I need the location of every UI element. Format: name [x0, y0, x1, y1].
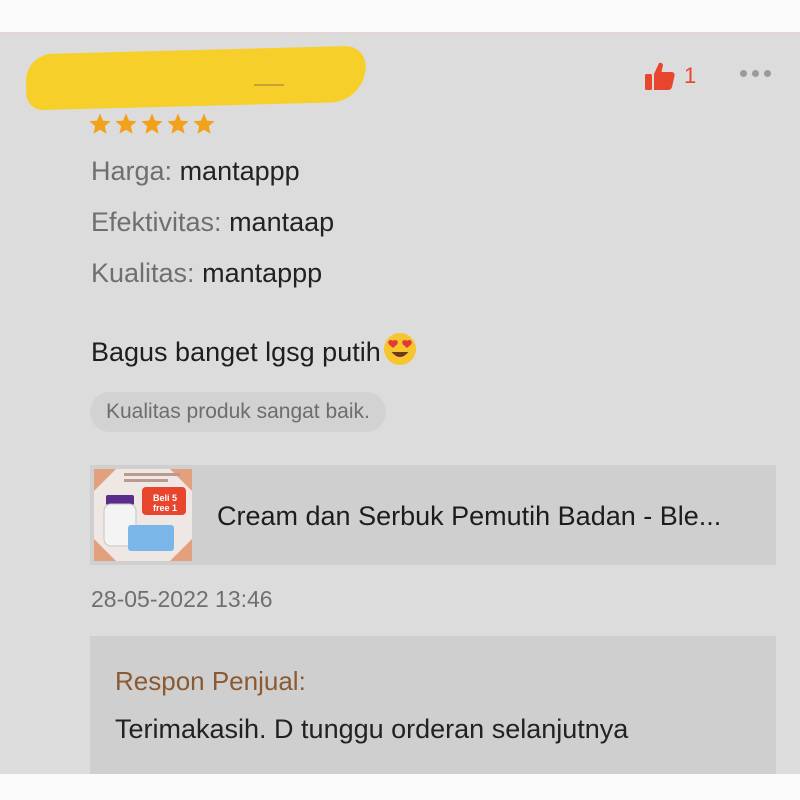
review-date: 28-05-2022 13:46	[91, 586, 273, 612]
seller-response-text: Terimakasih. D tunggu orderan selanjutny…	[115, 714, 629, 744]
seller-response: Respon Penjual: Terimakasih. D tunggu or…	[90, 636, 776, 774]
attribute-value: mantaap	[229, 207, 335, 237]
attribute-label: Harga:	[91, 156, 173, 186]
attribute-effectiveness: Efektivitas: mantaap	[91, 207, 334, 238]
top-divider-strip	[0, 0, 800, 34]
attribute-value: mantappp	[179, 156, 300, 186]
star-icon	[88, 112, 112, 136]
star-icon	[114, 112, 138, 136]
review-text: Bagus banget lgsg putih	[91, 332, 417, 373]
review-body: Bagus banget lgsg putih	[91, 337, 381, 367]
heart-eyes-emoji	[383, 332, 417, 373]
product-link[interactable]: Beli 5 free 1 Cream dan Serbuk Pemutih B…	[90, 465, 776, 565]
bottom-strip	[0, 774, 800, 800]
attribute-price: Harga: mantappp	[91, 156, 300, 187]
attribute-value: mantappp	[202, 258, 323, 288]
star-icon	[166, 112, 190, 136]
thumbs-up-icon	[644, 61, 676, 91]
more-options-icon[interactable]	[740, 70, 771, 77]
like-button[interactable]: 1	[644, 60, 696, 92]
star-icon	[192, 112, 216, 136]
quality-tag: Kualitas produk sangat baik.	[90, 392, 386, 432]
like-count: 1	[684, 63, 697, 88]
redacted-username	[25, 45, 367, 111]
seller-response-label: Respon Penjual:	[115, 666, 306, 696]
product-title: Cream dan Serbuk Pemutih Badan - Ble...	[217, 501, 722, 531]
star-rating	[88, 112, 216, 136]
thumbnail-badge-text: Beli 5 free 1	[152, 493, 178, 513]
product-thumbnail: Beli 5 free 1	[94, 469, 192, 561]
attribute-label: Efektivitas:	[91, 207, 222, 237]
attribute-quality: Kualitas: mantappp	[91, 258, 322, 289]
attribute-label: Kualitas:	[91, 258, 195, 288]
redaction-mark	[254, 84, 284, 86]
star-icon	[140, 112, 164, 136]
